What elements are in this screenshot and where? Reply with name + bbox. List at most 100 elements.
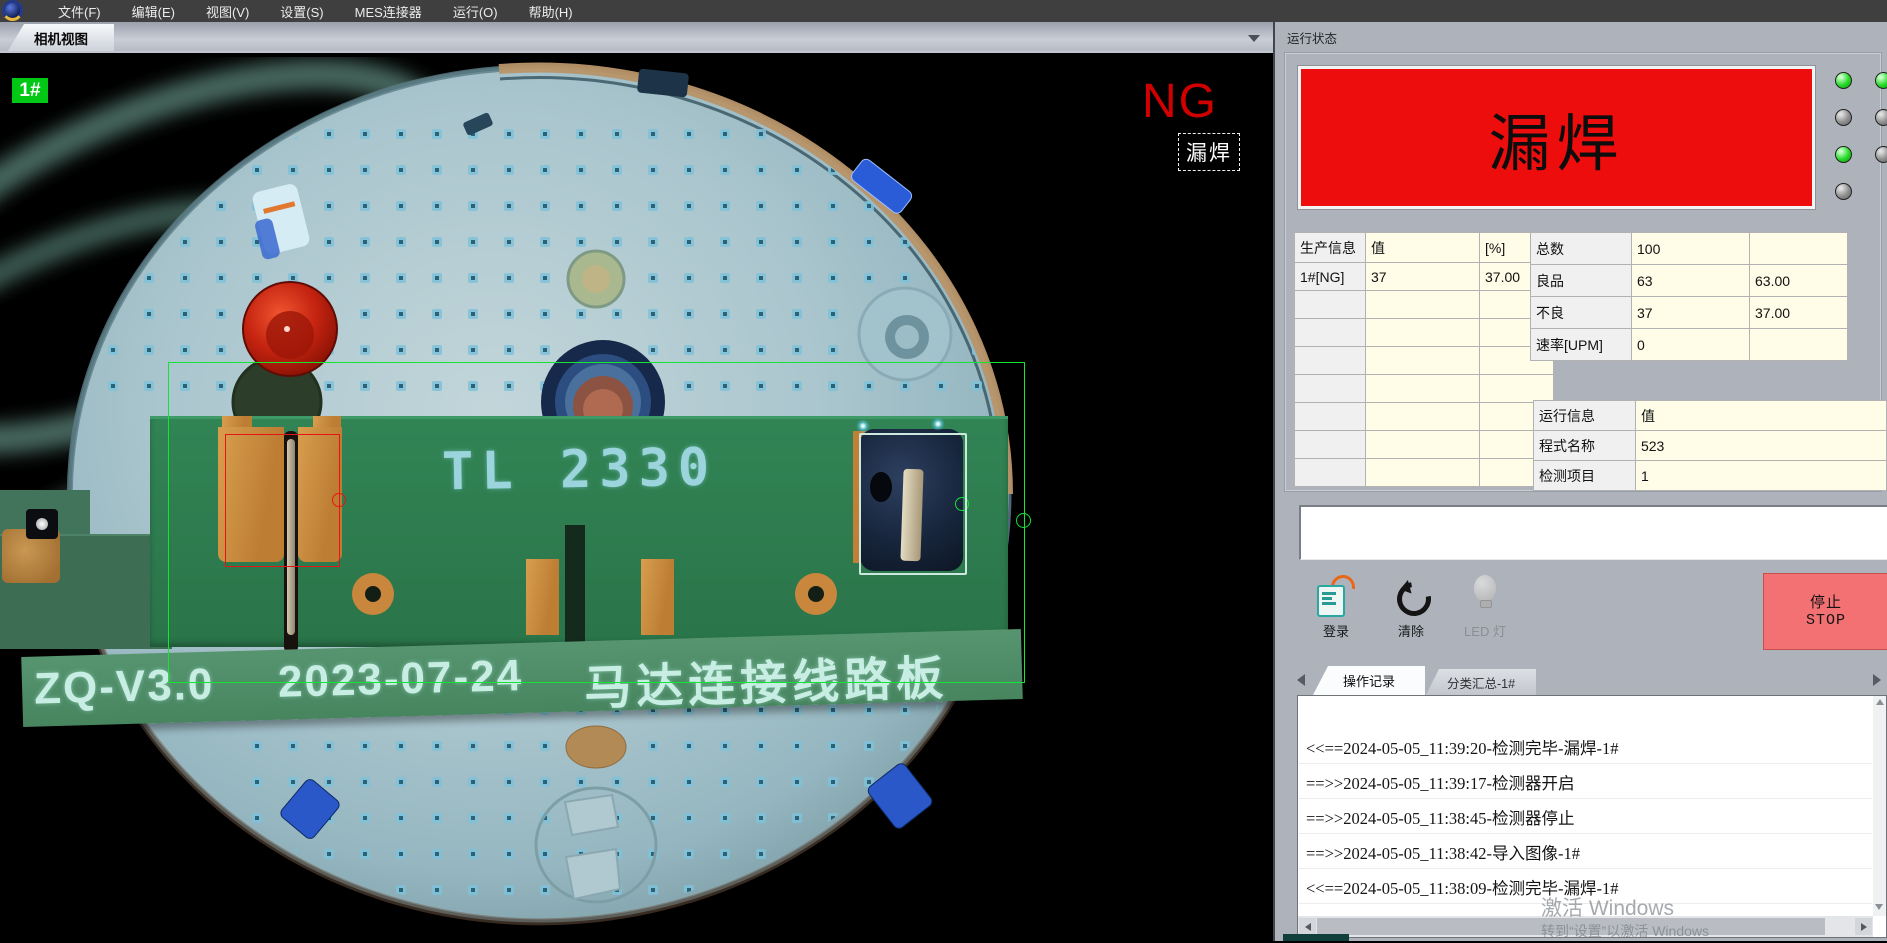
table-cell: 1#[NG] [1295,263,1366,291]
table-cell: 程式名称 [1534,431,1636,461]
tab-scroll-right-icon[interactable] [1873,674,1881,686]
scroll-left-icon[interactable] [1299,918,1316,935]
table-cell: 63 [1632,265,1750,297]
table-cell: 值 [1366,233,1480,263]
table-cell [1295,347,1366,375]
camera-number-badge: 1# [12,78,48,103]
table-row [1295,403,1554,431]
camera-tab-bar: 相机视图 [0,22,1273,51]
status-led-green [1875,72,1887,89]
log-spacer [1299,696,1872,729]
menu-run[interactable]: 运行(O) [453,2,498,21]
status-banner: 漏焊 [1298,66,1815,209]
menu-settings[interactable]: 设置(S) [280,2,323,21]
login-button[interactable] [1315,575,1357,617]
roi-handle[interactable] [332,493,346,507]
id-badge-icon [1317,585,1345,617]
tab-scroll-left-icon[interactable] [1297,674,1305,686]
run-status-panel: 运行状态 漏焊 生产信息值[%]1#[NG]3737.00 总数100良品636… [1273,22,1887,941]
table-cell [1750,233,1848,265]
table-cell: 1 [1635,461,1886,491]
inspection-result-text: NG [1142,74,1218,129]
clear-button[interactable] [1393,578,1429,614]
table-cell [1366,319,1480,347]
menu-edit[interactable]: 编辑(E) [132,2,175,21]
table-cell [1366,431,1480,459]
olive-circle [568,251,624,307]
run-info-table: 运行信息值程式名称523检测项目1 [1533,400,1887,491]
log-entry[interactable]: <<==2024-05-05_11:39:20-检测完毕-漏焊-1# [1299,729,1872,764]
scroll-down-icon[interactable] [1875,904,1883,910]
log-rows: <<==2024-05-05_11:39:20-检测完毕-漏焊-1#==>>20… [1299,696,1872,916]
table-row: 生产信息值[%] [1295,233,1554,263]
stop-button[interactable]: 停止 STOP [1763,573,1887,650]
menu-view[interactable]: 视图(V) [206,2,249,21]
table-cell [1480,375,1554,403]
tab-category-summary[interactable]: 分类汇总-1# [1426,669,1536,695]
app-window: { "menu": { "items": ["文件(F)", "编辑(E)", … [0,0,1887,941]
scroll-up-icon[interactable] [1876,699,1884,705]
menu-file[interactable]: 文件(F) [58,2,101,21]
table-row [1295,459,1554,487]
data-table: 运行信息值程式名称523检测项目1 [1533,400,1887,491]
log-entry[interactable]: ==>>2024-05-05_11:39:17-检测器开启 [1299,764,1872,799]
table-cell: 良品 [1531,265,1632,297]
table-cell [1366,291,1480,319]
table-cell: 37 [1366,263,1480,291]
status-led-gray [1875,109,1887,126]
panel-title: 运行状态 [1287,28,1337,47]
table-row: 良品6363.00 [1531,265,1848,297]
table-cell: 37.00 [1750,297,1848,329]
status-led-gray [1835,109,1852,126]
table-cell [1366,459,1480,487]
data-table: 总数100良品6363.00不良3737.00速率[UPM]0 [1530,232,1848,361]
vertical-scrollbar[interactable] [1873,696,1886,916]
status-led-green [1835,72,1852,89]
table-row: 不良3737.00 [1531,297,1848,329]
status-led-green [1835,146,1852,163]
table-cell: 0 [1632,329,1750,361]
table-cell: 总数 [1531,233,1632,265]
table-row [1295,375,1554,403]
defect-tag-label: 漏焊 [1178,133,1240,171]
totals-table: 总数100良品6363.00不良3737.00速率[UPM]0 [1530,232,1848,361]
table-cell: 523 [1635,431,1886,461]
data-table: 生产信息值[%]1#[NG]3737.00 [1294,232,1554,487]
tab-operation-log[interactable]: 操作记录 [1313,666,1425,695]
table-row [1295,319,1554,347]
roi-pass-region[interactable] [859,433,967,575]
led-light-button[interactable] [1467,575,1503,615]
status-led-gray [1835,183,1852,200]
table-cell: 运行信息 [1534,401,1636,431]
scroll-right-icon[interactable] [1855,918,1872,935]
tan-blob [566,726,626,768]
table-cell: 37 [1632,297,1750,329]
table-cell [1750,329,1848,361]
roi-handle[interactable] [1016,513,1031,528]
windows-activation-watermark: 转到“设置”以激活 Windows [1541,921,1709,941]
log-entry[interactable]: ==>>2024-05-05_11:38:45-检测器停止 [1299,799,1872,834]
menu-mes-connector[interactable]: MES连接器 [355,2,422,21]
table-row [1295,431,1554,459]
camera-image: TL 2330 ZQ-V3.0 2023-07-24 马达连接线路板 1# [0,57,1198,943]
table-row: 总数100 [1531,233,1848,265]
table-cell [1295,459,1366,487]
table-cell: 值 [1635,401,1886,431]
roi-defect-region[interactable] [225,434,340,567]
tab-camera-view[interactable]: 相机视图 [8,24,114,51]
log-entry[interactable]: ==>>2024-05-05_11:38:42-导入图像-1# [1299,834,1872,869]
menu-bar: 文件(F) 编辑(E) 视图(V) 设置(S) MES连接器 运行(O) 帮助(… [0,0,1887,22]
windows-activation-watermark: 激活 Windows [1541,892,1674,922]
clear-label[interactable]: 清除 [1390,621,1432,640]
login-label[interactable]: 登录 [1315,621,1357,640]
bulb-icon [1480,600,1492,608]
table-row: 运行信息值 [1534,401,1887,431]
bulb-icon [1474,575,1496,601]
table-cell [1295,431,1366,459]
table-row: 1#[NG]3737.00 [1295,263,1554,291]
menu-help[interactable]: 帮助(H) [529,2,573,21]
table-cell [1295,291,1366,319]
chevron-down-icon[interactable] [1248,35,1260,42]
table-cell [1295,403,1366,431]
table-cell [1366,347,1480,375]
